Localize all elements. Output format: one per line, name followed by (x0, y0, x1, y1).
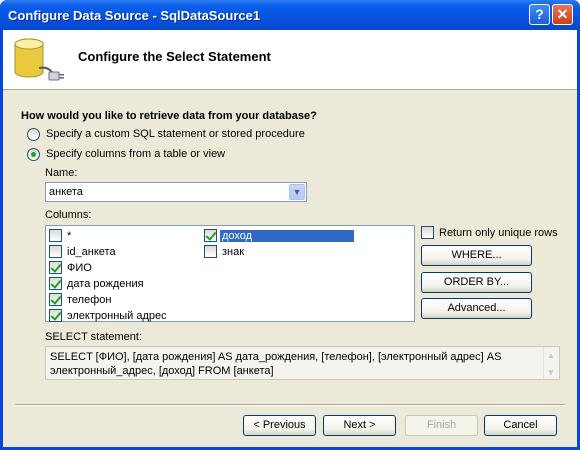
column-item-selected[interactable]: доход (204, 228, 354, 243)
unique-rows-checkbox[interactable] (421, 226, 434, 239)
wizard-header: Configure the Select Statement (3, 30, 577, 90)
column-item[interactable]: электронный адрес (49, 308, 167, 323)
close-button[interactable]: ✕ (552, 4, 573, 25)
column-label: знак (222, 245, 245, 258)
page-title: Configure the Select Statement (78, 49, 271, 64)
column-item[interactable]: дата рождения (49, 276, 144, 291)
column-checkbox[interactable] (49, 229, 62, 242)
custom-sql-radio[interactable] (27, 127, 40, 141)
title-bar[interactable]: Configure Data Source - SqlDataSource1 ?… (0, 0, 580, 30)
table-name-value: анкета (49, 186, 83, 198)
column-checkbox[interactable] (49, 293, 62, 306)
columns-radio-label: Specify columns from a table or view (46, 148, 226, 160)
configure-data-source-window: Configure Data Source - SqlDataSource1 ?… (0, 0, 580, 450)
help-button[interactable]: ? (529, 4, 550, 25)
dialog-body: Configure the Select Statement How would… (3, 30, 577, 447)
column-label: телефон (67, 293, 112, 306)
footer-separator (15, 404, 565, 406)
cancel-button[interactable]: Cancel (484, 415, 557, 436)
previous-button[interactable]: < Previous (243, 415, 316, 436)
sql-statement-label: SELECT statement: (45, 331, 143, 343)
table-name-dropdown[interactable]: анкета ▼ (45, 182, 307, 202)
column-label: электронный адрес (67, 309, 167, 322)
order-by-button[interactable]: ORDER BY... (421, 272, 532, 293)
where-button[interactable]: WHERE... (421, 245, 532, 266)
next-button[interactable]: Next > (323, 415, 396, 436)
columns-radio-option[interactable]: Specify columns from a table or view (27, 147, 225, 161)
column-checkbox[interactable] (49, 277, 62, 290)
column-checkbox[interactable] (49, 309, 62, 322)
sql-statement-text: SELECT [ФИО], [дата рождения] AS дата_ро… (50, 351, 502, 377)
sql-scrollbar[interactable]: ▲ ▼ (543, 347, 559, 379)
unique-rows-option[interactable]: Return only unique rows (421, 225, 558, 240)
scroll-up-icon[interactable]: ▲ (547, 349, 555, 363)
unique-rows-label: Return only unique rows (439, 226, 558, 239)
column-label: id_анкета (67, 245, 116, 258)
finish-button: Finish (405, 415, 478, 436)
column-checkbox[interactable] (49, 245, 62, 258)
scroll-down-icon[interactable]: ▼ (547, 366, 555, 380)
column-item[interactable]: телефон (49, 292, 111, 307)
custom-sql-radio-option[interactable]: Specify a custom SQL statement or stored… (27, 127, 305, 141)
column-label: доход (220, 229, 354, 242)
column-label: * (67, 229, 72, 242)
name-label: Name: (45, 167, 78, 179)
column-item[interactable]: знак (204, 244, 244, 259)
column-item[interactable]: ФИО (49, 260, 92, 275)
database-icon (14, 38, 64, 81)
custom-sql-label: Specify a custom SQL statement or stored… (46, 128, 305, 140)
column-checkbox[interactable] (49, 261, 62, 274)
advanced-button[interactable]: Advanced... (421, 298, 532, 319)
column-label: дата рождения (67, 277, 144, 290)
columns-list[interactable]: * id_анкета ФИО дата рождения телефон эл… (45, 225, 415, 322)
column-item[interactable]: id_анкета (49, 244, 116, 259)
window-title: Configure Data Source - SqlDataSource1 (8, 8, 261, 23)
sql-statement-box: SELECT [ФИО], [дата рождения] AS дата_ро… (45, 346, 560, 380)
column-item[interactable]: * (49, 228, 71, 243)
column-checkbox[interactable] (204, 245, 217, 258)
retrieve-question: How would you like to retrieve data from… (21, 110, 317, 122)
column-label: ФИО (67, 261, 92, 274)
columns-label: Columns: (45, 209, 92, 221)
column-checkbox[interactable] (204, 229, 217, 242)
columns-radio[interactable] (27, 147, 40, 161)
chevron-down-icon[interactable]: ▼ (289, 184, 305, 200)
